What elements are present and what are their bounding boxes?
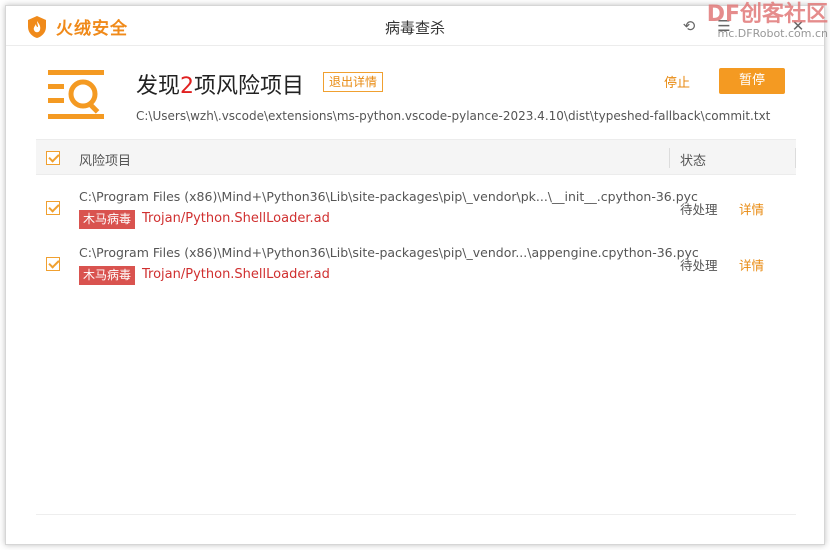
threat-type-badge: 木马病毒 — [79, 266, 136, 285]
virus-name: Trojan/Python.ShellLoader.ad — [142, 267, 330, 282]
pause-button[interactable]: 暂停 — [719, 68, 785, 94]
watermark-url: mc.DFRobot.com.cn — [717, 27, 828, 40]
row-status: 待处理 — [680, 202, 718, 217]
row-checkbox[interactable] — [46, 201, 60, 215]
risk-table: 风险项目 状态 C:\Program Files (x86)\Mind+\Pyt… — [36, 139, 796, 287]
row-details-link[interactable]: 详情 — [739, 199, 764, 218]
table-row: C:\Program Files (x86)\Mind+\Python36\Li… — [36, 231, 796, 287]
back-icon[interactable]: ⟲ — [679, 16, 699, 36]
virus-name: Trojan/Python.ShellLoader.ad — [142, 211, 330, 226]
headline-prefix: 发现 — [136, 74, 181, 99]
stop-button[interactable]: 停止 — [664, 72, 690, 91]
column-divider — [669, 148, 670, 168]
risk-file-path: C:\Program Files (x86)\Mind+\Python36\Li… — [79, 189, 698, 204]
risk-file-path: C:\Program Files (x86)\Mind+\Python36\Li… — [79, 245, 699, 260]
headline-suffix: 项风险项目 — [194, 74, 305, 99]
column-header-name: 风险项目 — [79, 154, 132, 169]
watermark-main: DF创客社区 — [706, 2, 828, 27]
antivirus-window: 火绒安全 病毒查杀 ⟲ ☰ ✕ 发现2项风险项目 退出详情 停止 暂停 C:\U… — [5, 5, 825, 545]
row-checkbox[interactable] — [46, 257, 60, 271]
bottom-divider — [36, 514, 796, 515]
scan-list-magnifier-icon — [48, 70, 104, 119]
row-status: 待处理 — [680, 258, 718, 273]
risk-count: 2 — [180, 74, 195, 99]
table-row: C:\Program Files (x86)\Mind+\Python36\Li… — [36, 175, 796, 231]
row-details-link[interactable]: 详情 — [739, 255, 764, 274]
scan-result-headline: 发现2项风险项目 — [136, 68, 304, 100]
titlebar: 火绒安全 病毒查杀 ⟲ ☰ ✕ — [6, 6, 824, 46]
threat-type-badge: 木马病毒 — [79, 210, 136, 229]
exit-details-button[interactable]: 退出详情 — [323, 72, 384, 92]
table-header: 风险项目 状态 — [36, 139, 796, 175]
watermark: DF创客社区 mc.DFRobot.com.cn — [707, 2, 828, 40]
column-header-status: 状态 — [680, 154, 707, 169]
window-title: 病毒查杀 — [384, 19, 445, 37]
current-scan-path: C:\Users\wzh\.vscode\extensions\ms-pytho… — [136, 109, 771, 123]
select-all-checkbox[interactable] — [46, 151, 60, 165]
column-divider — [795, 148, 796, 168]
